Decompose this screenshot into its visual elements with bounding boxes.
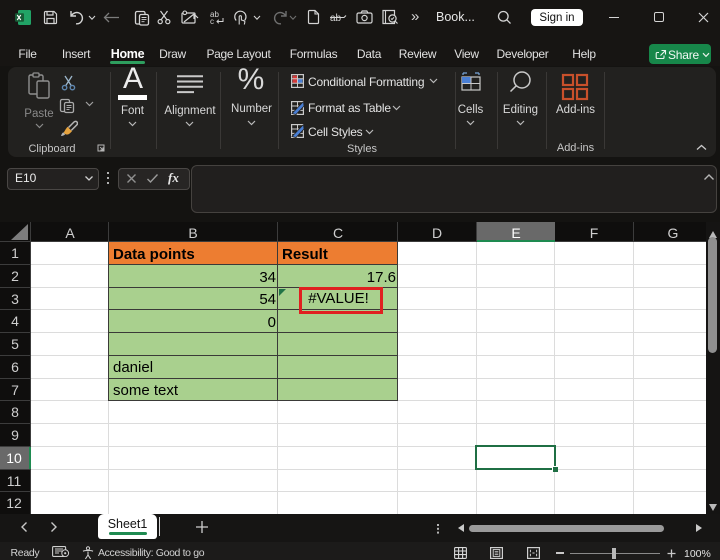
svg-text:c: c <box>210 17 214 25</box>
